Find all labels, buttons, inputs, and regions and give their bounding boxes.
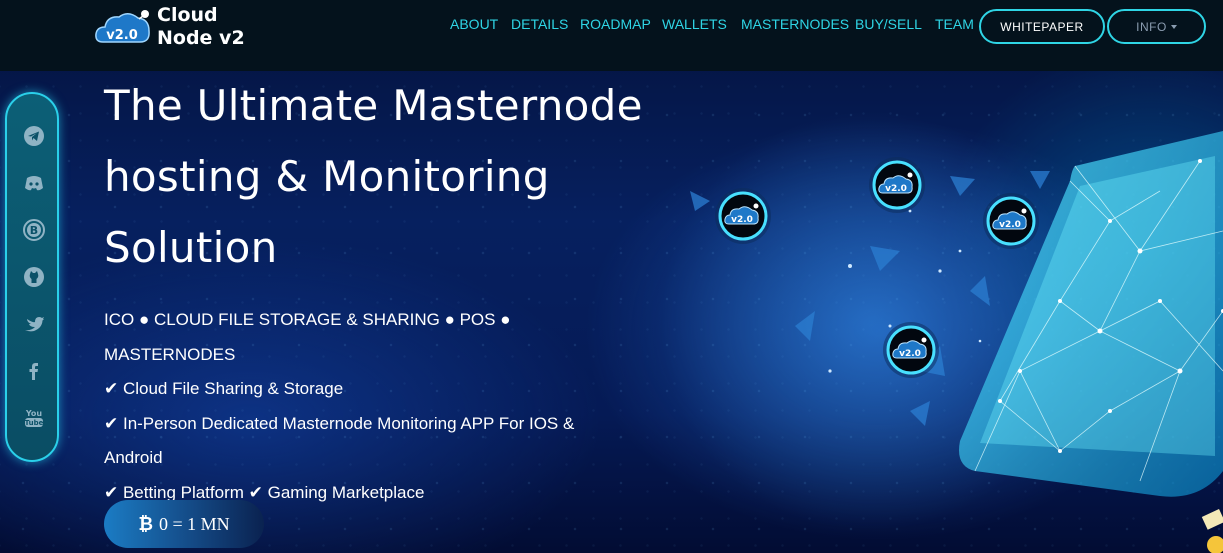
- feature-line: ✔ In-Person Dedicated Masternode Monitor…: [104, 413, 575, 433]
- hero-title-line-2: hosting & Monitoring: [104, 152, 550, 201]
- social-sidebar: B You Tube: [5, 92, 59, 462]
- hero-title-line-1: The Ultimate Masternode: [104, 81, 643, 130]
- cloud-logo-icon: v2.0: [95, 10, 150, 43]
- svg-text:Tube: Tube: [25, 419, 44, 427]
- whitepaper-label: WHITEPAPER: [1000, 19, 1084, 34]
- svg-text:You: You: [25, 409, 43, 418]
- whitepaper-button[interactable]: WHITEPAPER: [979, 9, 1105, 44]
- brand-logo[interactable]: v2.0 Cloud Node v2: [93, 4, 253, 50]
- masternode-price-button[interactable]: ₿ 0 = 1 MN: [104, 500, 264, 548]
- phone-network-illustration: [660, 111, 1223, 531]
- hero-title: The Ultimate Masternode hosting & Monito…: [104, 70, 664, 283]
- node-badge-label: v2.0: [899, 349, 921, 359]
- node-badge-label: v2.0: [885, 184, 907, 194]
- node-badge: v2.0: [983, 193, 1039, 249]
- brand-name: Cloud Node v2: [157, 4, 245, 50]
- hero-artwork: v2.0 v2.0 v2.0 v2.0: [640, 71, 1223, 553]
- chat-widget-icon[interactable]: [1200, 503, 1223, 553]
- nav-team[interactable]: TEAM: [935, 16, 974, 32]
- nav-wallets[interactable]: WALLETS: [662, 16, 727, 32]
- navbar: v2.0 Cloud Node v2 ABOUT DETAILS ROADMAP…: [0, 0, 1223, 71]
- logo-badge-text: v2.0: [106, 28, 138, 43]
- nav-details[interactable]: DETAILS: [511, 16, 568, 32]
- node-badge-label: v2.0: [731, 215, 753, 225]
- bitcoin-icon[interactable]: B: [23, 219, 45, 241]
- feature-line: Android: [104, 448, 163, 467]
- nav-about[interactable]: ABOUT: [450, 16, 498, 32]
- bitcoin-icon: ₿: [138, 513, 153, 535]
- nav-masternodes[interactable]: MASTERNODES: [741, 16, 849, 32]
- node-badge: v2.0: [715, 188, 771, 244]
- caret-down-icon: [1170, 24, 1177, 29]
- nav-roadmap[interactable]: ROADMAP: [580, 16, 651, 32]
- svg-text:B: B: [30, 224, 38, 237]
- brand-line-1: Cloud: [157, 4, 218, 26]
- github-icon[interactable]: [23, 266, 45, 288]
- hero-title-line-3: Solution: [104, 223, 278, 272]
- info-label: INFO: [1136, 19, 1167, 34]
- discord-icon[interactable]: [23, 172, 45, 194]
- info-dropdown-button[interactable]: INFO: [1107, 9, 1206, 44]
- facebook-icon[interactable]: [23, 360, 45, 382]
- twitter-icon[interactable]: [23, 313, 45, 335]
- feature-list: ICO ● CLOUD FILE STORAGE & SHARING ● POS…: [104, 303, 644, 510]
- masternode-price-label: 0 = 1 MN: [159, 513, 230, 534]
- node-badge: v2.0: [869, 157, 925, 213]
- brand-line-2: Node v2: [157, 27, 245, 49]
- node-badge-label: v2.0: [999, 220, 1021, 230]
- feature-line: ICO ● CLOUD FILE STORAGE & SHARING ● POS…: [104, 310, 511, 364]
- nav-buy-sell[interactable]: BUY/SELL: [855, 16, 922, 32]
- youtube-icon[interactable]: You Tube: [23, 407, 45, 429]
- node-badge: v2.0: [883, 322, 939, 378]
- feature-line: ✔ Cloud File Sharing & Storage: [104, 379, 344, 398]
- telegram-icon[interactable]: [23, 125, 45, 147]
